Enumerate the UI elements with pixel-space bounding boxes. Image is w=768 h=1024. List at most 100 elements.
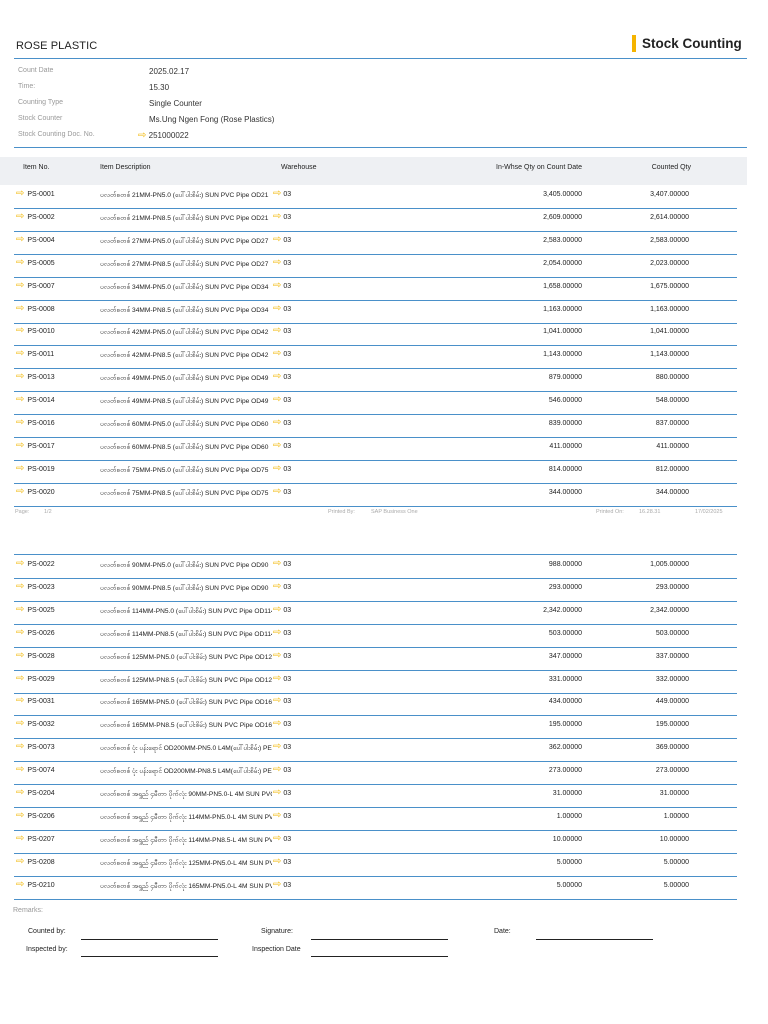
item-no-link[interactable]: ⇨ PS-0016	[16, 418, 55, 428]
item-no-link[interactable]: ⇨ PS-0002	[16, 211, 55, 222]
doc-no-link[interactable]: ⇨ 251000022	[138, 131, 189, 141]
warehouse-link[interactable]: ⇨ 03	[273, 349, 291, 359]
link-arrow-icon[interactable]: ⇨	[273, 719, 281, 729]
link-arrow-icon[interactable]: ⇨	[273, 650, 281, 661]
item-no-link[interactable]: ⇨ PS-0206	[16, 810, 55, 821]
link-arrow-icon[interactable]: ⇨	[16, 486, 24, 497]
link-arrow-icon[interactable]: ⇨	[16, 879, 24, 890]
item-no-link[interactable]: ⇨ PS-0014	[16, 395, 55, 405]
warehouse-link[interactable]: ⇨ 03	[273, 696, 291, 706]
link-arrow-icon[interactable]: ⇨	[273, 673, 281, 684]
link-arrow-icon[interactable]: ⇨	[16, 833, 24, 844]
link-arrow-icon[interactable]: ⇨	[273, 856, 281, 867]
item-no-link[interactable]: ⇨ PS-0010	[16, 326, 55, 336]
item-no-link[interactable]: ⇨ PS-0029	[16, 673, 55, 684]
warehouse-link[interactable]: ⇨ 03	[273, 326, 291, 336]
item-no-link[interactable]: ⇨ PS-0005	[16, 257, 55, 268]
link-arrow-icon[interactable]: ⇨	[273, 440, 281, 451]
link-arrow-icon[interactable]: ⇨	[16, 326, 24, 336]
warehouse-link[interactable]: ⇨ 03	[273, 856, 291, 867]
link-arrow-icon[interactable]: ⇨	[273, 742, 281, 752]
warehouse-link[interactable]: ⇨ 03	[273, 559, 291, 569]
item-no-link[interactable]: ⇨ PS-0031	[16, 696, 55, 706]
warehouse-link[interactable]: ⇨ 03	[273, 650, 291, 661]
warehouse-link[interactable]: ⇨ 03	[273, 440, 291, 451]
item-no-link[interactable]: ⇨ PS-0022	[16, 559, 55, 569]
warehouse-link[interactable]: ⇨ 03	[273, 486, 291, 497]
link-arrow-icon[interactable]: ⇨	[16, 349, 24, 359]
link-arrow-icon[interactable]: ⇨	[16, 765, 24, 775]
item-no-link[interactable]: ⇨ PS-0208	[16, 856, 55, 867]
item-no-link[interactable]: ⇨ PS-0019	[16, 463, 55, 474]
item-no-link[interactable]: ⇨ PS-0032	[16, 719, 55, 729]
item-no-link[interactable]: ⇨ PS-0001	[16, 189, 55, 199]
item-no-link[interactable]: ⇨ PS-0025	[16, 604, 55, 615]
link-arrow-icon[interactable]: ⇨	[273, 395, 281, 405]
link-arrow-icon[interactable]: ⇨	[273, 234, 281, 245]
item-no-link[interactable]: ⇨ PS-0207	[16, 833, 55, 844]
link-arrow-icon[interactable]: ⇨	[273, 833, 281, 844]
item-no-link[interactable]: ⇨ PS-0007	[16, 280, 55, 291]
link-arrow-icon[interactable]: ⇨	[16, 372, 24, 382]
link-arrow-icon[interactable]: ⇨	[273, 257, 281, 268]
link-arrow-icon[interactable]: ⇨	[16, 189, 24, 199]
link-arrow-icon[interactable]: ⇨	[273, 189, 281, 199]
link-arrow-icon[interactable]: ⇨	[273, 581, 281, 592]
warehouse-link[interactable]: ⇨ 03	[273, 742, 291, 752]
link-arrow-icon[interactable]: ⇨	[16, 856, 24, 867]
warehouse-link[interactable]: ⇨ 03	[273, 372, 291, 382]
item-no-link[interactable]: ⇨ PS-0028	[16, 650, 55, 661]
warehouse-link[interactable]: ⇨ 03	[273, 257, 291, 268]
link-arrow-icon[interactable]: ⇨	[16, 257, 24, 268]
link-arrow-icon[interactable]: ⇨	[16, 719, 24, 729]
warehouse-link[interactable]: ⇨ 03	[273, 280, 291, 291]
warehouse-link[interactable]: ⇨ 03	[273, 765, 291, 775]
link-arrow-icon[interactable]: ⇨	[16, 627, 24, 638]
link-arrow-icon[interactable]: ⇨	[273, 326, 281, 336]
link-arrow-icon[interactable]: ⇨	[273, 788, 281, 798]
link-arrow-icon[interactable]: ⇨	[16, 742, 24, 752]
link-arrow-icon[interactable]: ⇨	[273, 211, 281, 222]
link-arrow-icon[interactable]: ⇨	[273, 696, 281, 706]
link-arrow-icon[interactable]: ⇨	[273, 418, 281, 428]
link-arrow-icon[interactable]: ⇨	[16, 604, 24, 615]
item-no-link[interactable]: ⇨ PS-0017	[16, 440, 55, 451]
link-arrow-icon[interactable]: ⇨	[273, 349, 281, 359]
warehouse-link[interactable]: ⇨ 03	[273, 788, 291, 798]
link-arrow-icon[interactable]: ⇨	[16, 211, 24, 222]
warehouse-link[interactable]: ⇨ 03	[273, 673, 291, 684]
link-arrow-icon[interactable]: ⇨	[16, 559, 24, 569]
warehouse-link[interactable]: ⇨ 03	[273, 627, 291, 638]
link-arrow-icon[interactable]: ⇨	[16, 650, 24, 661]
link-arrow-icon[interactable]: ⇨	[16, 440, 24, 451]
item-no-link[interactable]: ⇨ PS-0210	[16, 879, 55, 890]
warehouse-link[interactable]: ⇨ 03	[273, 810, 291, 821]
link-arrow-icon[interactable]: ⇨	[16, 418, 24, 428]
item-no-link[interactable]: ⇨ PS-0023	[16, 581, 55, 592]
link-arrow-icon[interactable]: ⇨	[16, 810, 24, 821]
warehouse-link[interactable]: ⇨ 03	[273, 189, 291, 199]
link-arrow-icon[interactable]: ⇨	[16, 395, 24, 405]
link-arrow-icon[interactable]: ⇨	[138, 131, 146, 141]
item-no-link[interactable]: ⇨ PS-0073	[16, 742, 55, 752]
link-arrow-icon[interactable]: ⇨	[16, 303, 24, 314]
link-arrow-icon[interactable]: ⇨	[273, 372, 281, 382]
warehouse-link[interactable]: ⇨ 03	[273, 581, 291, 592]
warehouse-link[interactable]: ⇨ 03	[273, 879, 291, 890]
link-arrow-icon[interactable]: ⇨	[273, 559, 281, 569]
warehouse-link[interactable]: ⇨ 03	[273, 234, 291, 245]
link-arrow-icon[interactable]: ⇨	[16, 280, 24, 291]
link-arrow-icon[interactable]: ⇨	[273, 463, 281, 474]
warehouse-link[interactable]: ⇨ 03	[273, 833, 291, 844]
link-arrow-icon[interactable]: ⇨	[16, 696, 24, 706]
link-arrow-icon[interactable]: ⇨	[273, 627, 281, 638]
warehouse-link[interactable]: ⇨ 03	[273, 395, 291, 405]
warehouse-link[interactable]: ⇨ 03	[273, 463, 291, 474]
item-no-link[interactable]: ⇨ PS-0004	[16, 234, 55, 245]
link-arrow-icon[interactable]: ⇨	[16, 581, 24, 592]
link-arrow-icon[interactable]: ⇨	[16, 673, 24, 684]
link-arrow-icon[interactable]: ⇨	[273, 879, 281, 890]
warehouse-link[interactable]: ⇨ 03	[273, 303, 291, 314]
link-arrow-icon[interactable]: ⇨	[16, 788, 24, 798]
link-arrow-icon[interactable]: ⇨	[273, 810, 281, 821]
